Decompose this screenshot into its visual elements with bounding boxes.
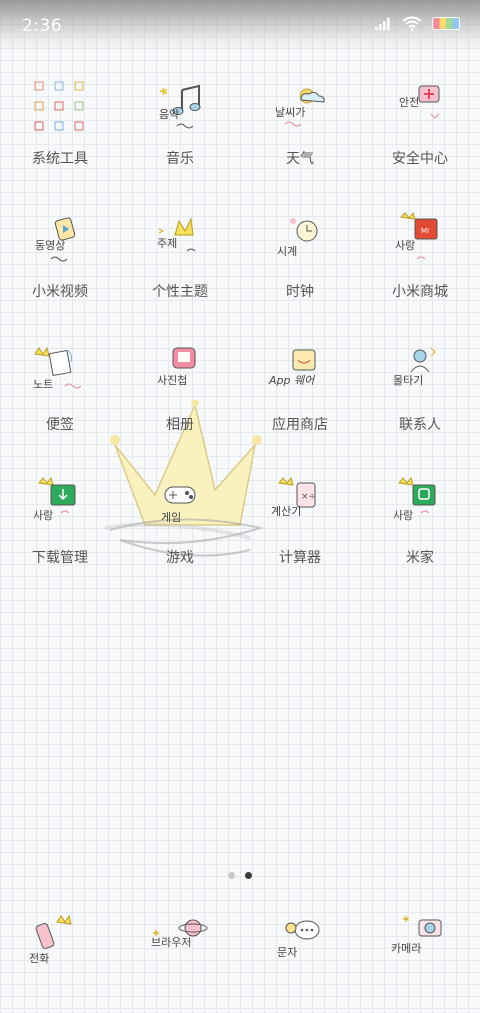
svg-text:몰타기: 몰타기 xyxy=(393,374,423,387)
page-dot-2-active[interactable] xyxy=(245,872,252,879)
app-label: 音乐 xyxy=(166,151,194,167)
browser-planet-icon: 브라우저 xyxy=(151,919,208,949)
weather-icon: 날씨가 xyxy=(275,88,325,127)
theme-crown-icon: 주제 xyxy=(157,217,196,252)
svg-text:노트: 노트 xyxy=(33,378,53,391)
app-label: 安全中心 xyxy=(392,151,448,167)
app-calculator[interactable]: ×÷ 계산기 计算器 xyxy=(240,469,360,602)
svg-text:사진첩: 사진첩 xyxy=(157,374,187,387)
dock-browser[interactable]: 브라우저 xyxy=(120,908,240,978)
gallery-icon: 사진첩 xyxy=(157,347,196,387)
svg-text:게임: 게임 xyxy=(161,511,181,524)
app-security-center[interactable]: 안전 安全中心 xyxy=(360,70,480,203)
svg-text:브라우저: 브라우저 xyxy=(151,936,191,949)
app-themes[interactable]: 주제 个性主题 xyxy=(120,203,240,336)
svg-text:시계: 시계 xyxy=(277,245,297,258)
status-bar: 2:36 xyxy=(0,0,480,52)
app-music[interactable]: 음악 音乐 xyxy=(120,70,240,203)
app-label: 小米视频 xyxy=(32,284,88,300)
security-icon: 안전 xyxy=(399,85,440,119)
page-indicator[interactable] xyxy=(0,872,480,879)
calculator-icon: ×÷ 계산기 xyxy=(271,476,316,518)
app-clock[interactable]: 시계 时钟 xyxy=(240,203,360,336)
app-weather[interactable]: 날씨가 天气 xyxy=(240,70,360,203)
clock-icon: 시계 xyxy=(277,218,318,258)
mijia-icon: 사랑 xyxy=(393,476,436,522)
dock-phone[interactable]: 전화 xyxy=(0,908,120,978)
app-label: 小米商城 xyxy=(392,284,448,300)
app-mi-store[interactable]: MI 사랑 小米商城 xyxy=(360,203,480,336)
camera-icon: 카메라 xyxy=(391,915,442,955)
svg-text:계산기: 계산기 xyxy=(271,505,301,518)
store-icon: MI 사랑 xyxy=(395,211,438,260)
status-time: 2:36 xyxy=(22,16,63,36)
svg-text:×÷: ×÷ xyxy=(301,492,316,502)
app-games[interactable]: 게임 游戏 xyxy=(120,469,240,602)
app-label: 应用商店 xyxy=(272,417,328,433)
app-label: 系统工具 xyxy=(32,151,88,167)
svg-text:문자: 문자 xyxy=(277,946,297,959)
svg-text:동영상: 동영상 xyxy=(35,239,65,252)
app-label: 计算器 xyxy=(279,550,321,566)
svg-text:App 웨어: App 웨어 xyxy=(268,374,316,387)
svg-text:MI: MI xyxy=(421,227,429,235)
svg-text:날씨가: 날씨가 xyxy=(275,106,305,119)
app-label: 联系人 xyxy=(399,417,441,433)
wifi-icon xyxy=(402,16,422,31)
download-icon: 사랑 xyxy=(33,476,76,522)
app-contacts[interactable]: 몰타기 联系人 xyxy=(360,336,480,469)
app-system-tools[interactable]: 系统工具 xyxy=(0,70,120,203)
svg-text:사랑: 사랑 xyxy=(33,509,53,522)
app-label: 时钟 xyxy=(286,284,314,300)
page-dot-1[interactable] xyxy=(228,872,235,879)
app-mi-video[interactable]: 동영상 小米视频 xyxy=(0,203,120,336)
app-label: 游戏 xyxy=(166,550,194,566)
signal-icon xyxy=(375,17,390,30)
app-store-icon: App 웨어 xyxy=(268,349,316,387)
app-label: 相册 xyxy=(166,417,194,433)
tools-folder-icon xyxy=(34,81,84,131)
app-label: 米家 xyxy=(406,550,434,566)
message-bubble-icon: 문자 xyxy=(277,920,320,959)
notes-icon: 노트 xyxy=(33,346,82,391)
app-grid: 系统工具 음악 音乐 날씨가 天气 안전 安全中心 동영상 小米视频 주제 个性… xyxy=(0,70,480,602)
phone-icon: 전화 xyxy=(29,914,72,965)
dock: 전화 브라우저 문자 카메라 xyxy=(0,908,480,978)
gamepad-icon: 게임 xyxy=(161,486,196,524)
dock-camera[interactable]: 카메라 xyxy=(360,908,480,978)
app-downloads[interactable]: 사랑 下载管理 xyxy=(0,469,120,602)
svg-text:전화: 전화 xyxy=(29,952,49,965)
music-icon: 음악 xyxy=(159,84,201,129)
svg-text:안전: 안전 xyxy=(399,96,419,109)
svg-text:음악: 음악 xyxy=(159,108,179,121)
video-icon: 동영상 xyxy=(35,217,76,262)
app-mijia[interactable]: 사랑 米家 xyxy=(360,469,480,602)
svg-text:사랑: 사랑 xyxy=(395,239,415,252)
app-app-store[interactable]: App 웨어 应用商店 xyxy=(240,336,360,469)
app-label: 天气 xyxy=(286,151,314,167)
battery-icon xyxy=(432,17,460,30)
svg-text:사랑: 사랑 xyxy=(393,509,413,522)
app-gallery[interactable]: 사진첩 相册 xyxy=(120,336,240,469)
dock-messages[interactable]: 문자 xyxy=(240,908,360,978)
svg-text:주제: 주제 xyxy=(157,237,177,250)
app-label: 下载管理 xyxy=(32,550,88,566)
app-notes[interactable]: 노트 便签 xyxy=(0,336,120,469)
app-label: 便签 xyxy=(46,417,74,433)
app-label: 个性主题 xyxy=(152,284,208,300)
contacts-icon: 몰타기 xyxy=(393,347,436,387)
svg-text:카메라: 카메라 xyxy=(391,942,421,955)
